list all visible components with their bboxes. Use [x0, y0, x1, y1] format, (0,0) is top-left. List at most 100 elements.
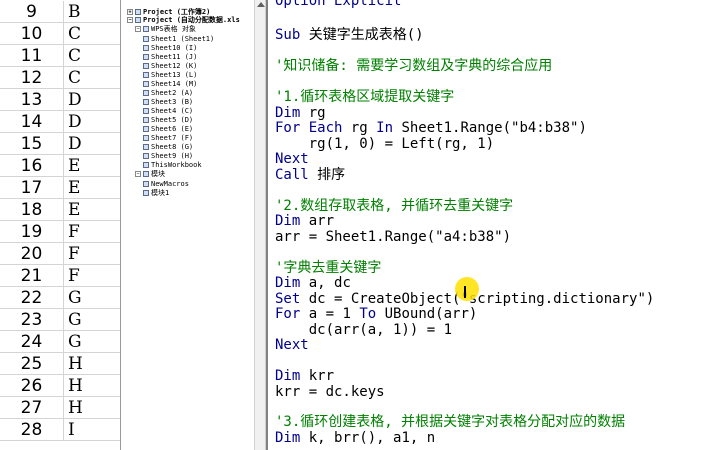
tree-item[interactable]: Sheet3 (B) [143, 98, 193, 107]
expand-toggle-icon[interactable]: − [135, 171, 141, 177]
cell-value[interactable]: H [68, 353, 83, 375]
cell-value[interactable]: C [68, 67, 81, 89]
row-number[interactable]: 25 [0, 353, 64, 375]
tree-item[interactable]: Sheet13 (L) [143, 71, 197, 80]
tree-item[interactable]: Sheet1 (Sheet1) [143, 35, 214, 44]
row-number[interactable]: 9 [0, 1, 64, 23]
code-line[interactable]: Next [275, 151, 309, 167]
code-line[interactable]: Option Explicit [275, 0, 401, 9]
tree-item[interactable]: 模块1 [143, 189, 169, 198]
table-row[interactable]: 24 G [0, 331, 120, 353]
row-number[interactable]: 16 [0, 155, 64, 177]
code-line[interactable]: Call 排序 [275, 167, 345, 183]
row-number[interactable]: 22 [0, 287, 64, 309]
code-comment[interactable]: '知识储备: 需要学习数组及字典的综合应用 [275, 58, 552, 74]
cell-value[interactable]: D [68, 111, 82, 133]
cell-value[interactable]: F [68, 243, 80, 265]
scroll-up-icon[interactable] [257, 2, 265, 7]
tree-item[interactable]: Sheet9 (H) [143, 152, 193, 161]
tree-item[interactable]: NewMacros [143, 180, 189, 189]
table-row[interactable]: 9B [0, 1, 120, 23]
table-row[interactable]: 20 F [0, 243, 120, 265]
table-row[interactable]: 13 D [0, 89, 120, 111]
row-number[interactable]: 24 [0, 331, 64, 353]
code-line[interactable]: krr = dc.keys [275, 384, 385, 400]
expand-toggle-icon[interactable]: + [127, 9, 133, 15]
table-row[interactable]: 10 C [0, 23, 120, 45]
table-row[interactable]: 12 C [0, 67, 120, 89]
table-row[interactable]: 23 G [0, 309, 120, 331]
tree-item[interactable]: Sheet14 (M) [143, 80, 197, 89]
cell-value[interactable]: B [68, 1, 81, 23]
code-line[interactable]: Dim rg [275, 105, 326, 121]
table-row[interactable]: 27 H [0, 397, 120, 419]
tree-item[interactable]: Sheet6 (E) [143, 125, 193, 134]
cell-value[interactable]: E [68, 177, 80, 199]
cell-value[interactable]: G [68, 309, 82, 331]
tree-item[interactable]: Sheet5 (D) [143, 116, 193, 125]
code-line[interactable]: arr = Sheet1.Range("a4:b38") [275, 229, 511, 245]
code-editor[interactable]: Option Explicit Sub 关键字生成表格() '知识储备: 需要学… [266, 0, 720, 450]
code-line[interactable]: rg(1, 0) = Left(rg, 1) [275, 136, 494, 152]
code-comment[interactable]: '3.循环创建表格, 并根据关键字对表格分配对应的数据 [275, 414, 625, 430]
row-number[interactable]: 19 [0, 221, 64, 243]
cell-value[interactable]: D [68, 89, 82, 111]
cell-value[interactable]: D [68, 133, 82, 155]
cell-value[interactable]: C [68, 45, 81, 67]
table-row[interactable]: 11 C [0, 45, 120, 67]
tree-item[interactable]: Sheet4 (C) [143, 107, 193, 116]
project-scrollbar[interactable] [254, 0, 266, 450]
table-row[interactable]: 22 G [0, 287, 120, 309]
cell-value[interactable]: F [68, 265, 80, 287]
row-number[interactable]: 17 [0, 177, 64, 199]
spreadsheet-grid[interactable]: 9 B 10 C 11 C 12 C 13 D 14 D 15 D 16 E 17 E 18 E 19 F 20 F 21 F 22… [0, 0, 120, 450]
code-line[interactable]: Next [275, 337, 309, 353]
code-line[interactable]: dc(arr(a, 1)) = 1 [275, 322, 452, 338]
row-number[interactable]: 15 [0, 133, 64, 155]
tree-item[interactable]: Sheet7 (F) [143, 134, 193, 143]
row-number[interactable]: 13 [0, 89, 64, 111]
row-number[interactable]: 14 [0, 111, 64, 133]
table-row[interactable]: 14 D [0, 111, 120, 133]
cell-value[interactable]: E [68, 199, 80, 221]
expand-toggle-icon[interactable]: − [127, 17, 133, 23]
table-row[interactable]: 17 E [0, 177, 120, 199]
tree-item[interactable]: Sheet12 (K) [143, 62, 197, 71]
tree-item[interactable]: − 模块 [135, 170, 165, 179]
row-number[interactable]: 28 [0, 419, 64, 441]
code-line[interactable]: For a = 1 To UBound(arr) [275, 306, 477, 322]
tree-item[interactable]: ThisWorkbook [143, 161, 202, 170]
project-explorer[interactable]: + Project (工作簿2) − Project (自动分配数据.xls − WPS表… [120, 0, 252, 450]
table-row[interactable]: 18 E [0, 199, 120, 221]
code-line[interactable]: For Each rg In Sheet1.Range("b4:b38") [275, 120, 587, 136]
cell-value[interactable]: F [68, 221, 80, 243]
cell-value[interactable]: C [68, 23, 81, 45]
cell-value[interactable]: G [68, 331, 82, 353]
code-line[interactable]: Dim arr [275, 213, 334, 229]
table-row[interactable]: 28 I [0, 419, 120, 441]
row-number[interactable]: 26 [0, 375, 64, 397]
code-comment[interactable]: '字典去重关键字 [275, 260, 381, 276]
tree-item[interactable]: Sheet11 (J) [143, 53, 197, 62]
table-row[interactable]: 16 E [0, 155, 120, 177]
tree-item[interactable]: − WPS表格 对象 [135, 25, 196, 34]
cell-value[interactable]: H [68, 375, 83, 397]
cell-value[interactable]: I [68, 419, 75, 441]
row-number[interactable]: 20 [0, 243, 64, 265]
table-row[interactable]: 15 D [0, 133, 120, 155]
tree-item[interactable]: Sheet10 (I) [143, 44, 197, 53]
code-line[interactable]: Sub 关键字生成表格() [275, 27, 424, 43]
table-row[interactable]: 25 H [0, 353, 120, 375]
row-number[interactable]: 11 [0, 45, 64, 67]
code-line[interactable]: Dim k, brr(), a1, n [275, 430, 435, 446]
row-number[interactable]: 27 [0, 397, 64, 419]
cell-value[interactable]: G [68, 287, 82, 309]
expand-toggle-icon[interactable]: − [135, 26, 141, 32]
table-row[interactable]: 19 F [0, 221, 120, 243]
row-number[interactable]: 12 [0, 67, 64, 89]
cell-value[interactable]: E [68, 155, 80, 177]
row-number[interactable]: 10 [0, 23, 64, 45]
code-line[interactable]: Dim krr [275, 368, 334, 384]
tree-item[interactable]: Sheet8 (G) [143, 143, 193, 152]
tree-item[interactable]: Sheet2 (A) [143, 89, 193, 98]
